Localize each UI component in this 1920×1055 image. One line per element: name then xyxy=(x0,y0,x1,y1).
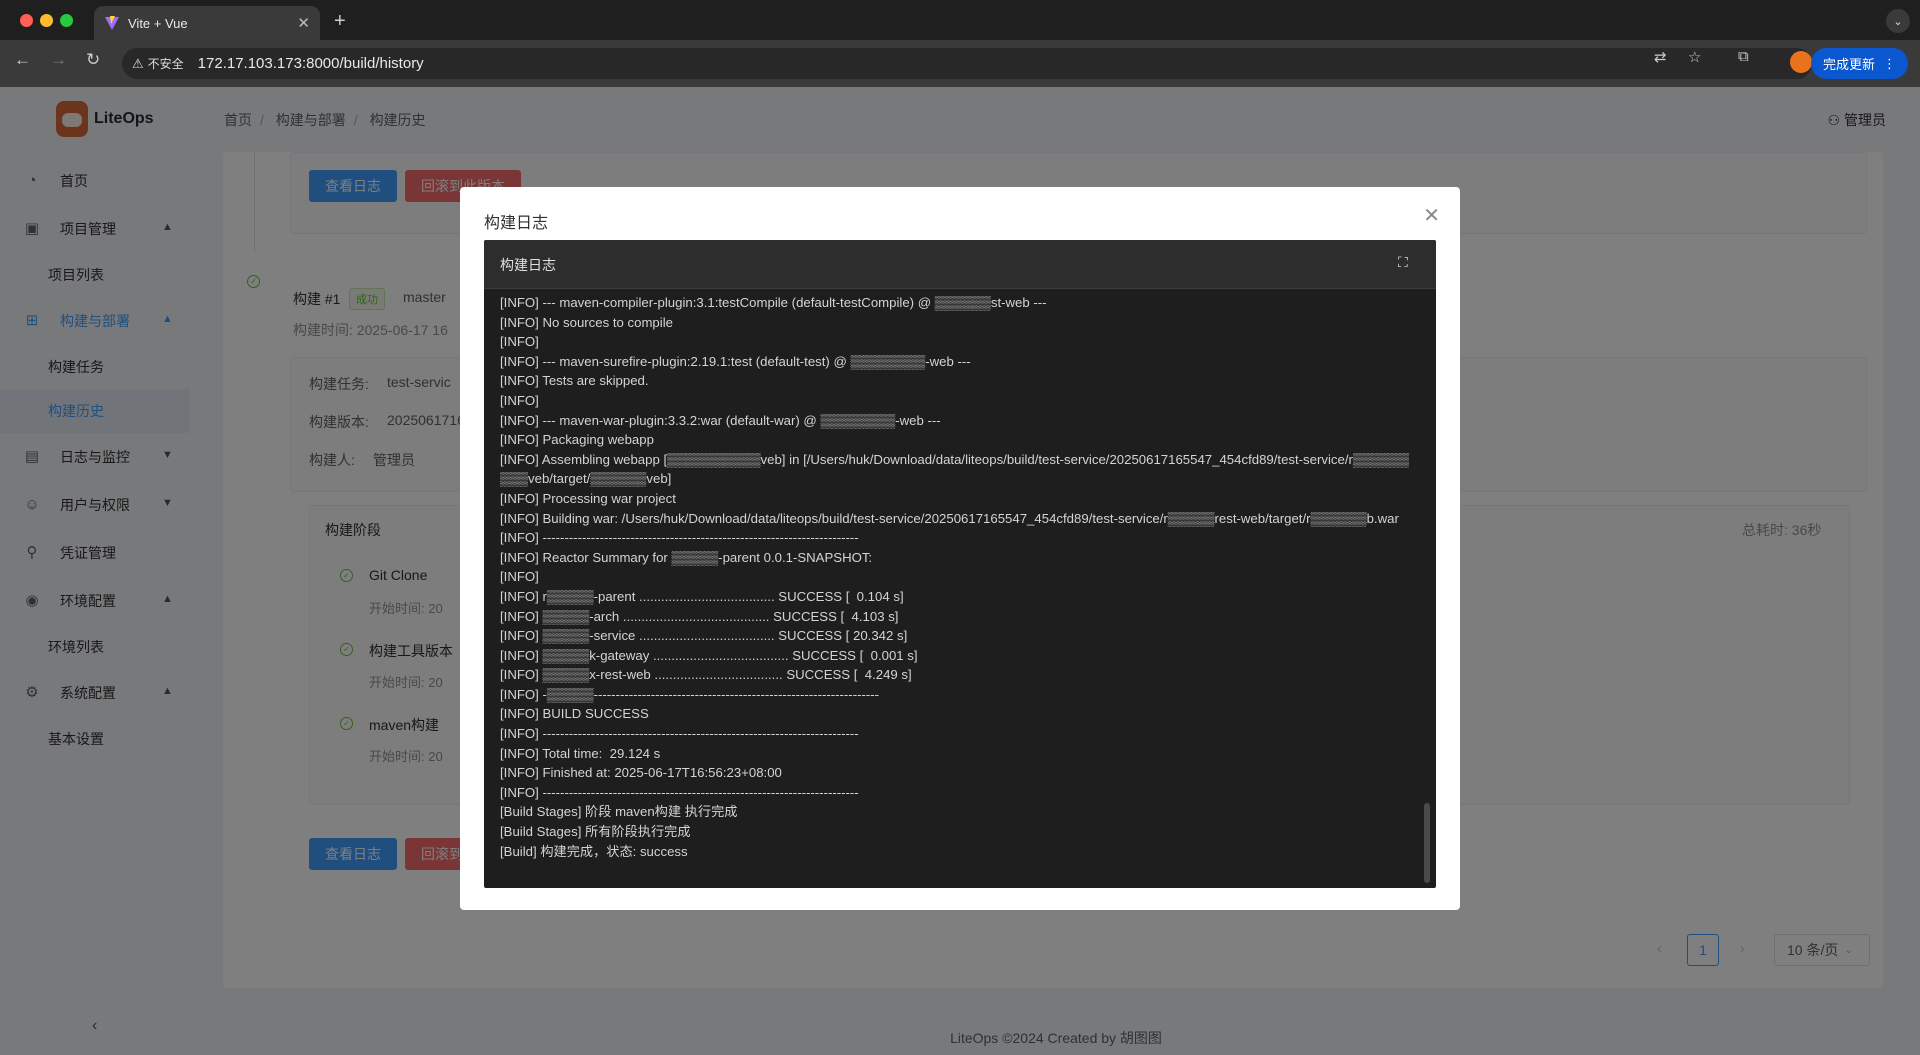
browser-tab[interactable]: Vite + Vue ✕ xyxy=(94,6,320,40)
log-line: [INFO] ---------------------------------… xyxy=(500,784,859,800)
log-line: [INFO] ▒▒▒▒▒-service ...................… xyxy=(500,628,908,644)
log-line: [INFO] No sources to compile xyxy=(500,314,673,330)
log-line: [INFO] BUILD SUCCESS xyxy=(500,706,649,722)
log-line: [INFO] --- maven-compiler-plugin:3.1:tes… xyxy=(500,295,1047,310)
log-line: [INFO] Tests are skipped. xyxy=(500,373,649,389)
log-line: [INFO] ▒▒▒▒▒-arch ......................… xyxy=(500,608,899,624)
browser-titlebar: Vite + Vue ✕ + ⌄ xyxy=(0,0,1920,40)
log-line: [INFO] Processing war project xyxy=(500,490,676,506)
back-icon[interactable]: ← xyxy=(14,50,31,70)
minimize-window-button[interactable] xyxy=(40,14,53,27)
profile-avatar[interactable] xyxy=(1790,51,1812,73)
log-output[interactable]: [INFO] --- maven-compiler-plugin:3.1:tes… xyxy=(500,293,1415,883)
dialog-title: 构建日志 xyxy=(484,215,549,232)
maximize-window-button[interactable] xyxy=(60,14,73,27)
fullscreen-icon[interactable]: ⛶ xyxy=(1398,254,1412,270)
log-line: [INFO] xyxy=(500,334,539,350)
security-indicator[interactable]: ⚠ 不安全 xyxy=(132,55,184,72)
log-line: [INFO] xyxy=(500,569,539,585)
log-line: [INFO] Finished at: 2025-06-17T16:56:23+… xyxy=(500,765,782,781)
log-line: [INFO] Reactor Summary for ▒▒▒▒▒-parent … xyxy=(500,549,873,565)
log-line: [INFO] Total time: 29.124 s xyxy=(500,745,661,761)
log-line: [Build Stages] 所有阶段执行完成 xyxy=(500,824,691,840)
log-panel: 构建日志 ⛶ [INFO] --- maven-compiler-plugin:… xyxy=(484,240,1436,888)
log-panel-header: 构建日志 ⛶ xyxy=(484,240,1436,289)
log-line: [INFO] ▒▒▒▒▒x-rest-web .................… xyxy=(500,667,912,683)
log-line: [INFO] Assembling webapp [▒▒▒▒▒▒▒▒▒▒veb]… xyxy=(500,451,1409,487)
close-icon[interactable]: ✕ xyxy=(1423,203,1440,228)
log-scrollbar[interactable] xyxy=(1424,803,1430,883)
translate-icon[interactable]: ⇄ xyxy=(1654,48,1667,66)
log-line: [INFO] Packaging webapp xyxy=(500,432,654,448)
address-bar[interactable]: ⚠ 不安全 172.17.103.173:8000/build/history xyxy=(122,48,1812,79)
warning-icon: ⚠ xyxy=(132,55,144,71)
log-line: [INFO] -▒▒▒▒▒---------------------------… xyxy=(500,686,880,702)
log-line: [INFO] xyxy=(500,392,539,408)
extensions-icon[interactable]: ⧉ xyxy=(1738,48,1749,65)
update-button[interactable]: 完成更新 ⋮ xyxy=(1810,48,1908,79)
log-line: [INFO] ---------------------------------… xyxy=(500,726,859,742)
log-line: [INFO] --- maven-war-plugin:3.3.2:war (d… xyxy=(500,412,941,428)
tab-close-icon[interactable]: ✕ xyxy=(297,14,310,32)
log-line: [Build Stages] 阶段 maven构建 执行完成 xyxy=(500,804,738,820)
log-line: [INFO] r▒▒▒▒▒-parent ...................… xyxy=(500,588,904,604)
bookmark-star-icon[interactable]: ☆ xyxy=(1688,48,1701,66)
browser-toolbar: ← → ↻ ⚠ 不安全 172.17.103.173:8000/build/his… xyxy=(0,40,1920,87)
log-line: [INFO] ---------------------------------… xyxy=(500,530,859,546)
log-line: [Build] 构建完成，状态: success xyxy=(500,843,688,859)
update-label: 完成更新 xyxy=(1822,57,1875,72)
log-panel-title: 构建日志 xyxy=(500,257,556,273)
build-log-dialog: 构建日志 ✕ 构建日志 ⛶ [INFO] --- maven-compiler-… xyxy=(460,187,1460,910)
url-text: 172.17.103.173:8000/build/history xyxy=(197,55,424,72)
more-icon: ⋮ xyxy=(1883,55,1896,71)
tab-title: Vite + Vue xyxy=(128,15,188,31)
log-line: [INFO] ▒▒▒▒▒k-gateway ..................… xyxy=(500,647,918,663)
log-line: [INFO] --- maven-surefire-plugin:2.19.1:… xyxy=(500,353,971,369)
tab-search-icon[interactable]: ⌄ xyxy=(1886,9,1910,33)
vite-icon xyxy=(105,16,119,30)
insecure-label: 不安全 xyxy=(147,57,184,71)
close-window-button[interactable] xyxy=(20,14,33,27)
log-line: [INFO] Building war: /Users/huk/Download… xyxy=(500,510,1399,526)
reload-icon[interactable]: ↻ xyxy=(86,50,100,70)
new-tab-icon[interactable]: + xyxy=(334,10,346,33)
forward-icon[interactable]: → xyxy=(50,50,67,70)
